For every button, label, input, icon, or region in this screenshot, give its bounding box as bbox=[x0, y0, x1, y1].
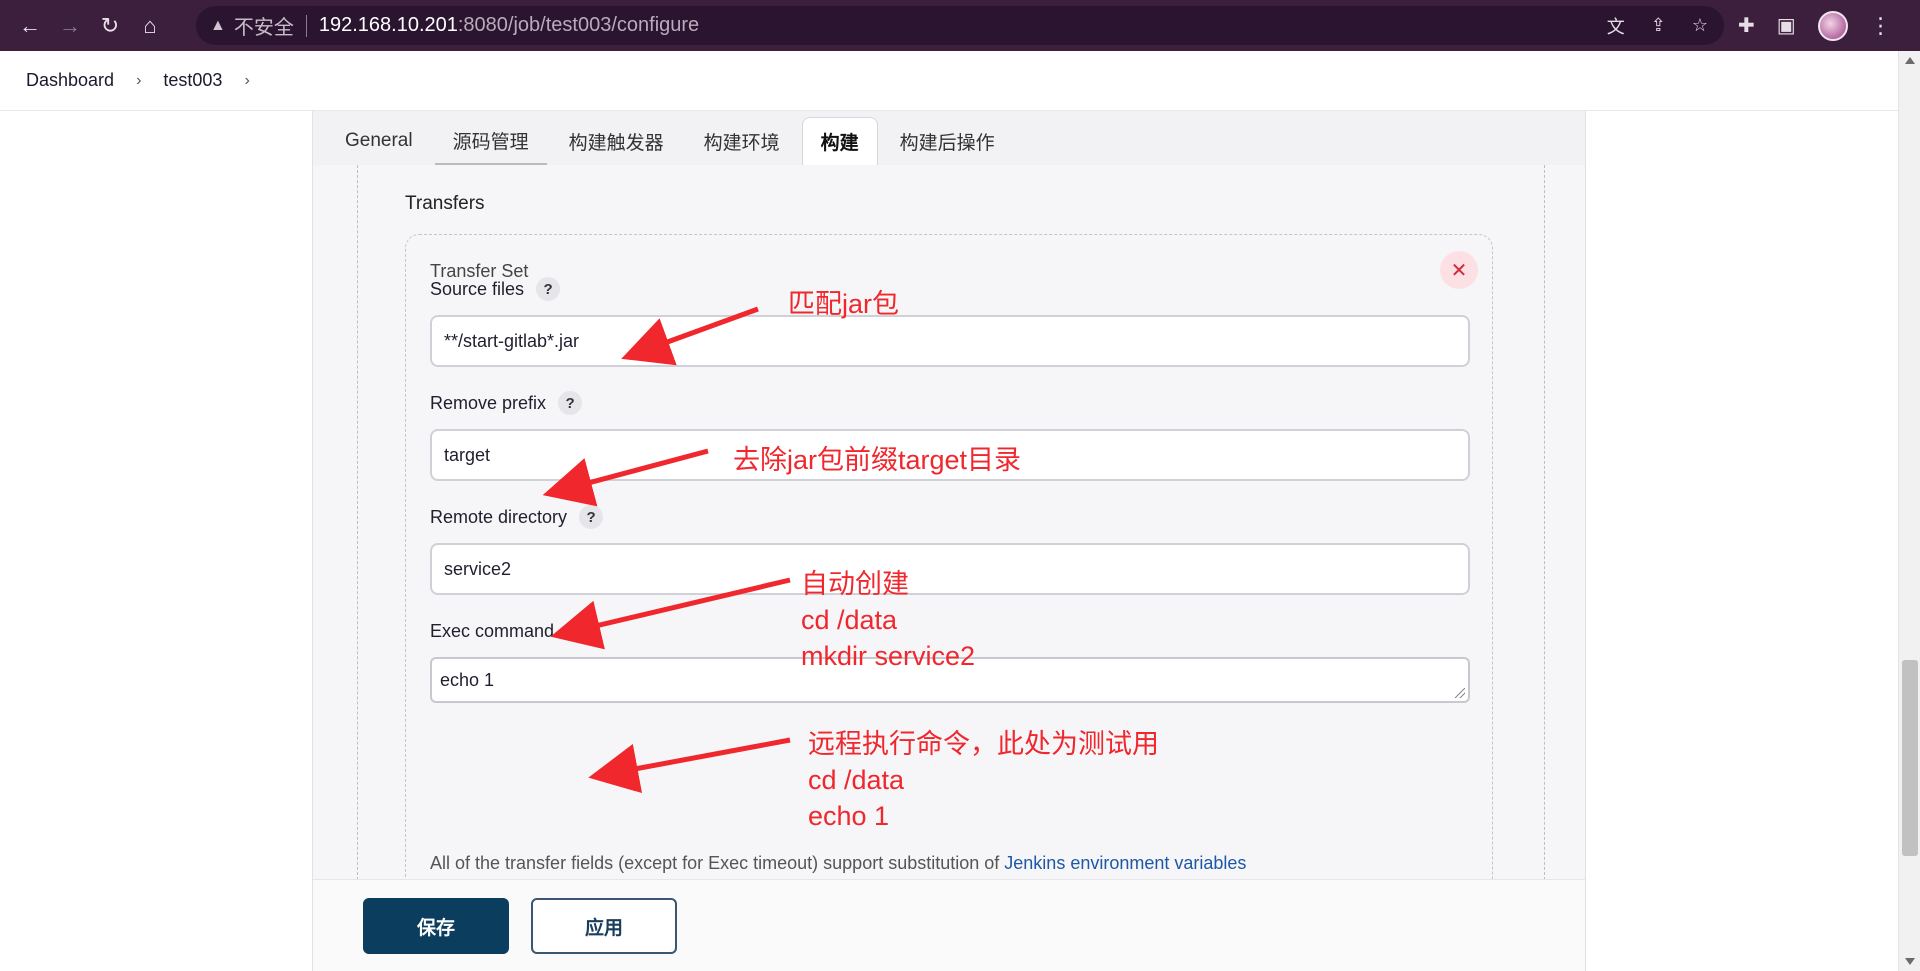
form-footer: 保存 应用 bbox=[313, 879, 1585, 971]
help-icon[interactable]: ? bbox=[566, 619, 591, 643]
menu-icon[interactable]: ⋮ bbox=[1870, 13, 1892, 39]
browser-toolbar: ← → ↻ ⌂ ▲ 不安全 192.168.10.201:8080/job/te… bbox=[0, 0, 1920, 51]
page-scrollbar[interactable] bbox=[1898, 51, 1920, 971]
forward-icon[interactable]: → bbox=[50, 6, 90, 46]
save-button[interactable]: 保存 bbox=[363, 898, 509, 954]
exec-command-value: echo 1 bbox=[440, 669, 495, 690]
tab-build-triggers[interactable]: 构建触发器 bbox=[551, 117, 682, 165]
tab-build[interactable]: 构建 bbox=[801, 117, 878, 165]
extensions-icon[interactable]: ✚ bbox=[1738, 13, 1755, 38]
tab-post-build[interactable]: 构建后操作 bbox=[882, 117, 1013, 165]
env-variables-link[interactable]: Jenkins environment variables bbox=[1004, 853, 1246, 873]
exec-command-label: Exec command ? bbox=[430, 619, 591, 643]
help-icon[interactable]: ? bbox=[579, 505, 604, 529]
annotation-line: 自动创建 bbox=[801, 569, 909, 599]
url-host: 192.168.10.201 bbox=[318, 14, 458, 36]
tab-build-environment[interactable]: 构建环境 bbox=[686, 117, 798, 165]
annotation-remote-directory: 自动创建 cd /data mkdir service2 bbox=[801, 566, 975, 674]
star-icon[interactable]: ☆ bbox=[1692, 15, 1708, 36]
source-files-label-text: Source files bbox=[430, 278, 525, 299]
annotation-line: cd /data bbox=[801, 605, 898, 635]
source-files-input[interactable]: **/start-gitlab*.jar bbox=[430, 315, 1470, 367]
annotation-line: 远程执行命令，此处为测试用 bbox=[808, 729, 1159, 759]
help-icon[interactable]: ? bbox=[558, 391, 583, 415]
address-bar[interactable]: ▲ 不安全 192.168.10.201:8080/job/test003/co… bbox=[196, 6, 1724, 45]
address-divider bbox=[305, 14, 307, 37]
home-icon[interactable]: ⌂ bbox=[130, 6, 170, 46]
config-tabs: General 源码管理 构建触发器 构建环境 构建 构建后操作 bbox=[313, 111, 1585, 165]
scroll-down-icon[interactable] bbox=[1905, 958, 1915, 965]
share-icon[interactable]: ⇪ bbox=[1651, 15, 1666, 36]
note-text: All of the transfer fields (except for E… bbox=[430, 853, 1005, 873]
remote-directory-label: Remote directory ? bbox=[430, 505, 604, 529]
tab-source-control[interactable]: 源码管理 bbox=[434, 117, 547, 165]
remove-prefix-label-text: Remove prefix bbox=[430, 392, 547, 413]
warning-icon: ▲ bbox=[210, 16, 226, 34]
source-files-label: Source files ? bbox=[430, 277, 561, 301]
breadcrumb-dashboard[interactable]: Dashboard bbox=[26, 70, 114, 91]
scrollbar-thumb[interactable] bbox=[1902, 660, 1918, 856]
remote-directory-label-text: Remote directory bbox=[430, 506, 568, 527]
remove-prefix-label: Remove prefix ? bbox=[430, 391, 583, 415]
close-icon[interactable]: ✕ bbox=[1440, 251, 1478, 289]
apply-button[interactable]: 应用 bbox=[531, 898, 677, 954]
url-path: :8080/job/test003/configure bbox=[457, 14, 700, 36]
chevron-right-icon[interactable]: › bbox=[244, 72, 249, 90]
chevron-right-icon: › bbox=[136, 71, 142, 89]
transfers-heading: Transfers bbox=[405, 193, 485, 214]
security-label: 不安全 bbox=[233, 17, 294, 39]
profile-avatar[interactable] bbox=[1817, 10, 1848, 41]
remove-prefix-value: target bbox=[444, 444, 491, 465]
scroll-up-icon[interactable] bbox=[1905, 57, 1915, 64]
annotation-line: mkdir service2 bbox=[801, 641, 976, 671]
remote-directory-value: service2 bbox=[444, 558, 512, 579]
exec-command-label-text: Exec command bbox=[430, 620, 555, 641]
help-icon[interactable]: ? bbox=[536, 277, 561, 301]
annotation-exec-command: 远程执行命令，此处为测试用 cd /data echo 1 bbox=[808, 726, 1159, 834]
source-files-value: **/start-gitlab*.jar bbox=[444, 330, 580, 351]
reload-icon[interactable]: ↻ bbox=[90, 6, 130, 46]
breadcrumb: Dashboard › test003 › bbox=[0, 51, 1920, 111]
translate-icon[interactable]: 文 bbox=[1607, 13, 1625, 39]
annotation-source-files: 匹配jar包 bbox=[788, 289, 900, 319]
resize-handle[interactable] bbox=[1455, 688, 1465, 698]
back-icon[interactable]: ← bbox=[10, 6, 50, 46]
config-panel: General 源码管理 构建触发器 构建环境 构建 构建后操作 Transfe… bbox=[312, 111, 1586, 971]
annotation-line: cd /data bbox=[808, 765, 905, 795]
annotation-line: echo 1 bbox=[808, 801, 890, 831]
breadcrumb-job[interactable]: test003 bbox=[163, 70, 222, 91]
tab-general[interactable]: General bbox=[327, 117, 431, 165]
annotation-remove-prefix: 去除jar包前缀target目录 bbox=[733, 445, 1022, 475]
substitution-note: All of the transfer fields (except for E… bbox=[430, 853, 1246, 874]
sidepanel-icon[interactable]: ▣ bbox=[1777, 13, 1796, 38]
